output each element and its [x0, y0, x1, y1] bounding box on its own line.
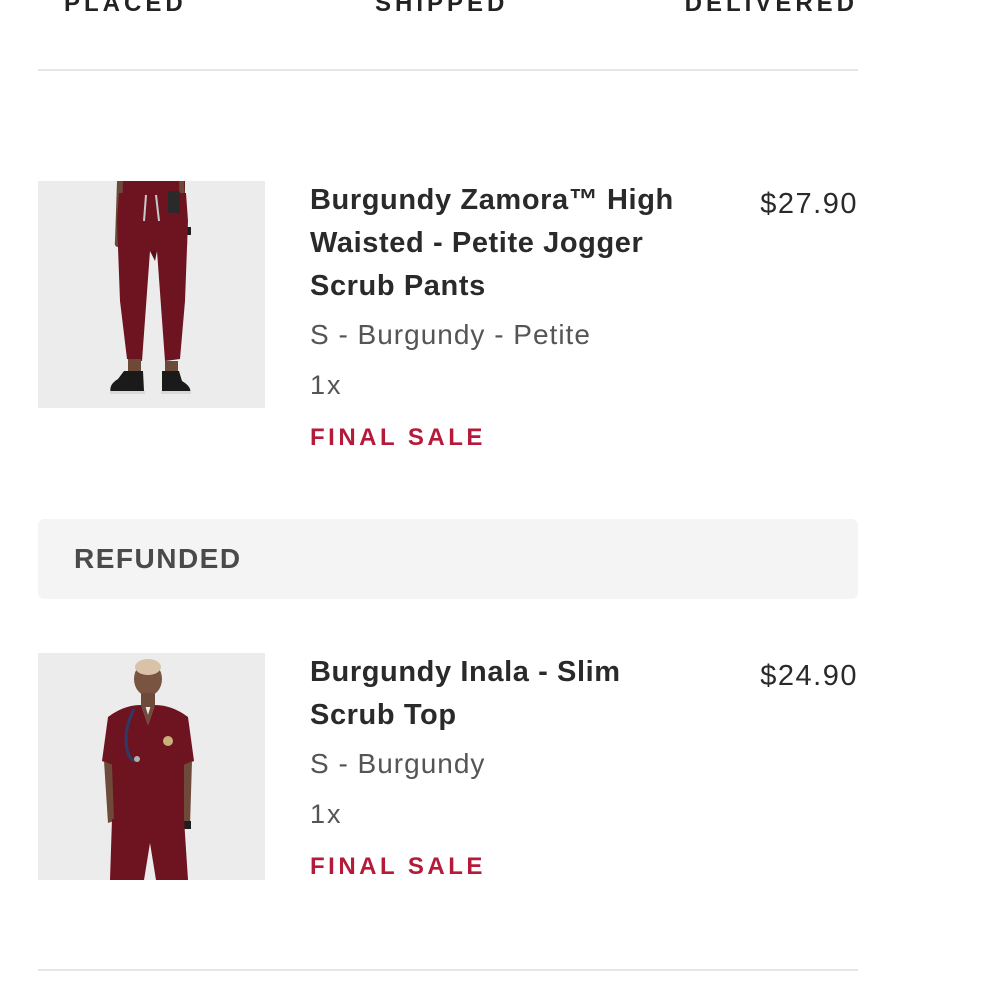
- divider: [38, 969, 858, 971]
- refunded-label: REFUNDED: [74, 543, 242, 574]
- divider: [38, 69, 858, 71]
- step-shipped-label: SHIPPED: [375, 0, 509, 17]
- product-quantity: 1x: [310, 370, 343, 400]
- product-quantity: 1x: [310, 799, 343, 829]
- final-sale-badge: FINAL SALE: [310, 853, 486, 880]
- product-variant: S - Burgundy: [310, 748, 486, 779]
- order-item: Burgundy Inala - Slim Scrub Top $24.90 S…: [38, 653, 858, 893]
- product-name[interactable]: Burgundy Zamora™ High Waisted - Petite J…: [310, 179, 710, 308]
- product-variant: S - Burgundy - Petite: [310, 319, 591, 350]
- product-image-jogger-pants[interactable]: [38, 181, 265, 408]
- step-placed-label: PLACED: [64, 0, 187, 17]
- jogger-pants-photo: [38, 181, 265, 408]
- product-image-scrub-top[interactable]: [38, 653, 265, 880]
- product-price: $24.90: [760, 660, 858, 692]
- step-delivered-label: DELIVERED: [684, 0, 858, 17]
- order-details-page: PLACED SHIPPED DELIVERED Burgundy Zamora…: [0, 0, 1000, 1000]
- final-sale-badge: FINAL SALE: [310, 424, 486, 451]
- order-item: Burgundy Zamora™ High Waisted - Petite J…: [38, 181, 858, 471]
- refunded-section-header: REFUNDED: [38, 519, 858, 599]
- product-price: $27.90: [760, 188, 858, 220]
- product-name[interactable]: Burgundy Inala - Slim Scrub Top: [310, 651, 710, 737]
- scrub-top-photo: [38, 653, 265, 880]
- order-progress-tracker: PLACED SHIPPED DELIVERED: [38, 0, 858, 19]
